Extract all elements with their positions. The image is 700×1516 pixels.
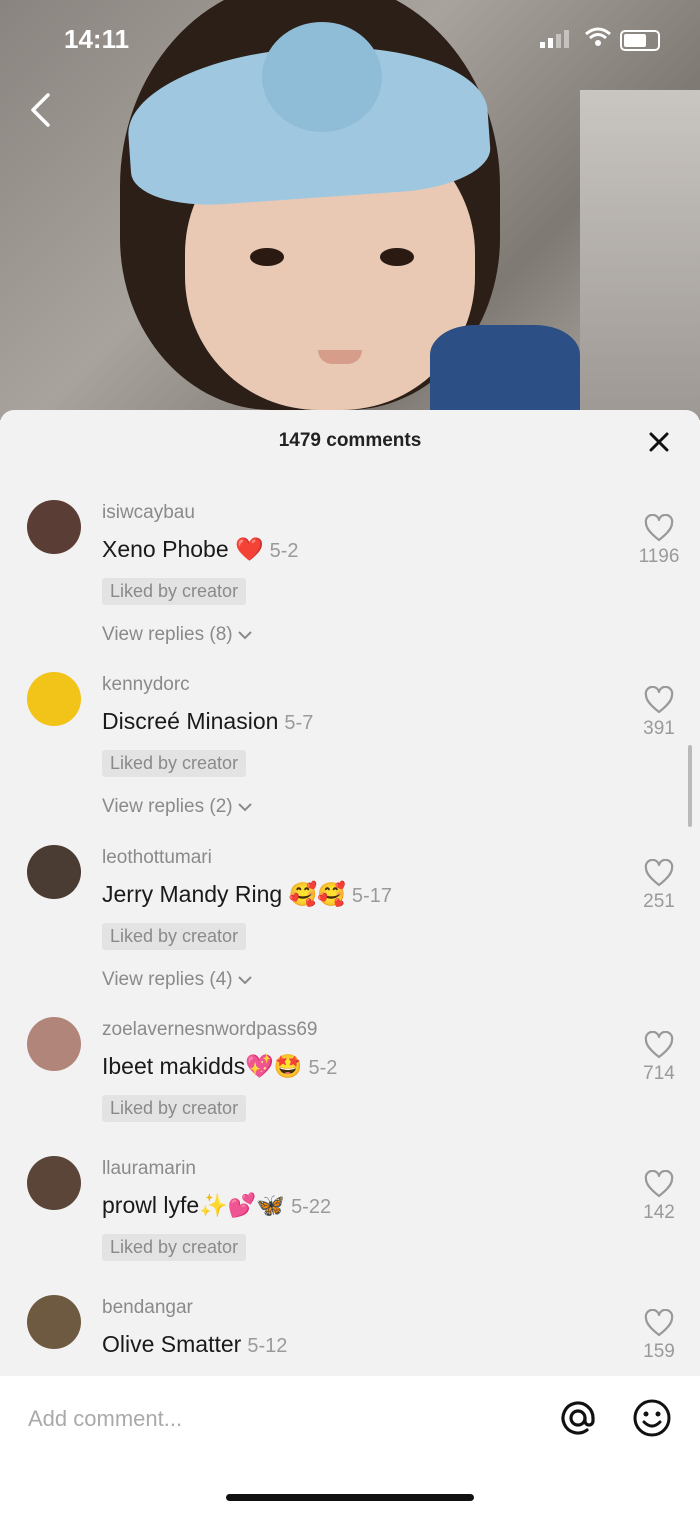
wifi-icon	[585, 27, 611, 46]
avatar[interactable]	[27, 672, 81, 726]
chevron-left-icon	[31, 93, 50, 127]
heart-icon[interactable]	[644, 514, 674, 542]
scrollbar[interactable]	[688, 745, 692, 827]
comment-date: 5-7	[284, 712, 314, 734]
comment-date: 5-22	[291, 1196, 332, 1218]
like-count: 391	[643, 718, 675, 739]
status-bar: 14:11	[0, 0, 700, 76]
at-icon[interactable]	[558, 1398, 598, 1438]
status-time: 14:11	[64, 24, 130, 54]
comment-username[interactable]: isiwcaybau	[102, 502, 195, 524]
comment-date: 5-12	[247, 1335, 288, 1357]
comment-body: Olive Smatter	[102, 1331, 242, 1357]
like-count: 159	[643, 1341, 675, 1362]
signal-icon	[540, 30, 569, 48]
heart-icon[interactable]	[644, 1170, 674, 1198]
comments-count-title: 1479 comments	[278, 430, 422, 451]
comment-input[interactable]: Add comment...	[28, 1406, 182, 1432]
chevron-down-icon	[237, 976, 252, 985]
like-count: 142	[643, 1202, 675, 1223]
view-replies-label: View replies (2)	[102, 796, 233, 817]
comment-text: Ibeet makidds💖🤩 5-2	[102, 1053, 337, 1080]
comment-body: Jerry Mandy Ring 🥰🥰	[102, 881, 346, 907]
liked-by-creator-badge: Liked by creator	[102, 750, 247, 777]
chevron-down-icon	[237, 803, 252, 812]
comment-body: Ibeet makidds💖🤩	[102, 1053, 303, 1079]
comment-date: 5-2	[269, 540, 299, 562]
like-count: 1196	[638, 546, 680, 567]
comment-body: prowl lyfe✨💕🦋	[102, 1192, 286, 1218]
comment-text: Xeno Phobe ❤️ 5-2	[102, 536, 299, 563]
comment-body: Xeno Phobe ❤️	[102, 536, 264, 562]
close-icon	[649, 432, 669, 452]
comment-date: 5-2	[308, 1057, 338, 1079]
view-replies-button[interactable]: View replies (4)	[102, 969, 253, 991]
chevron-down-icon	[237, 631, 252, 640]
comment-text: Discreé Minasion 5-7	[102, 708, 313, 735]
like-count: 251	[643, 891, 675, 912]
comment-composer: Add comment...	[0, 1376, 700, 1516]
comment-text: Jerry Mandy Ring 🥰🥰 5-17	[102, 881, 392, 908]
home-indicator	[226, 1494, 474, 1501]
comment-body: Discreé Minasion	[102, 708, 279, 734]
comment-date: 5-17	[351, 885, 392, 907]
back-button[interactable]	[28, 92, 68, 132]
avatar[interactable]	[27, 845, 81, 899]
view-replies-button[interactable]: View replies (2)	[102, 796, 253, 818]
comment-username[interactable]: zoelavernesnwordpass69	[102, 1019, 317, 1041]
avatar[interactable]	[27, 500, 81, 554]
comment-username[interactable]: bendangar	[102, 1297, 193, 1319]
comment-text: Olive Smatter 5-12	[102, 1331, 287, 1358]
close-button[interactable]	[646, 430, 672, 456]
view-replies-button[interactable]: View replies (8)	[102, 624, 253, 646]
smiley-icon[interactable]	[632, 1398, 672, 1438]
like-count: 714	[643, 1063, 675, 1084]
liked-by-creator-badge: Liked by creator	[102, 923, 247, 950]
comment-text: prowl lyfe✨💕🦋 5-22	[102, 1192, 331, 1219]
comment-username[interactable]: llauramarin	[102, 1158, 196, 1180]
view-replies-label: View replies (4)	[102, 969, 233, 990]
heart-icon[interactable]	[644, 1031, 674, 1059]
avatar[interactable]	[27, 1017, 81, 1071]
avatar[interactable]	[27, 1295, 81, 1349]
liked-by-creator-badge: Liked by creator	[102, 1095, 247, 1122]
liked-by-creator-badge: Liked by creator	[102, 1234, 247, 1261]
liked-by-creator-badge: Liked by creator	[102, 578, 247, 605]
battery-icon	[620, 30, 660, 51]
heart-icon[interactable]	[644, 686, 674, 714]
avatar[interactable]	[27, 1156, 81, 1210]
view-replies-label: View replies (8)	[102, 624, 233, 645]
comment-username[interactable]: leothottumari	[102, 847, 212, 869]
heart-icon[interactable]	[644, 859, 674, 887]
heart-icon[interactable]	[644, 1309, 674, 1337]
comment-username[interactable]: kennydorc	[102, 674, 190, 696]
